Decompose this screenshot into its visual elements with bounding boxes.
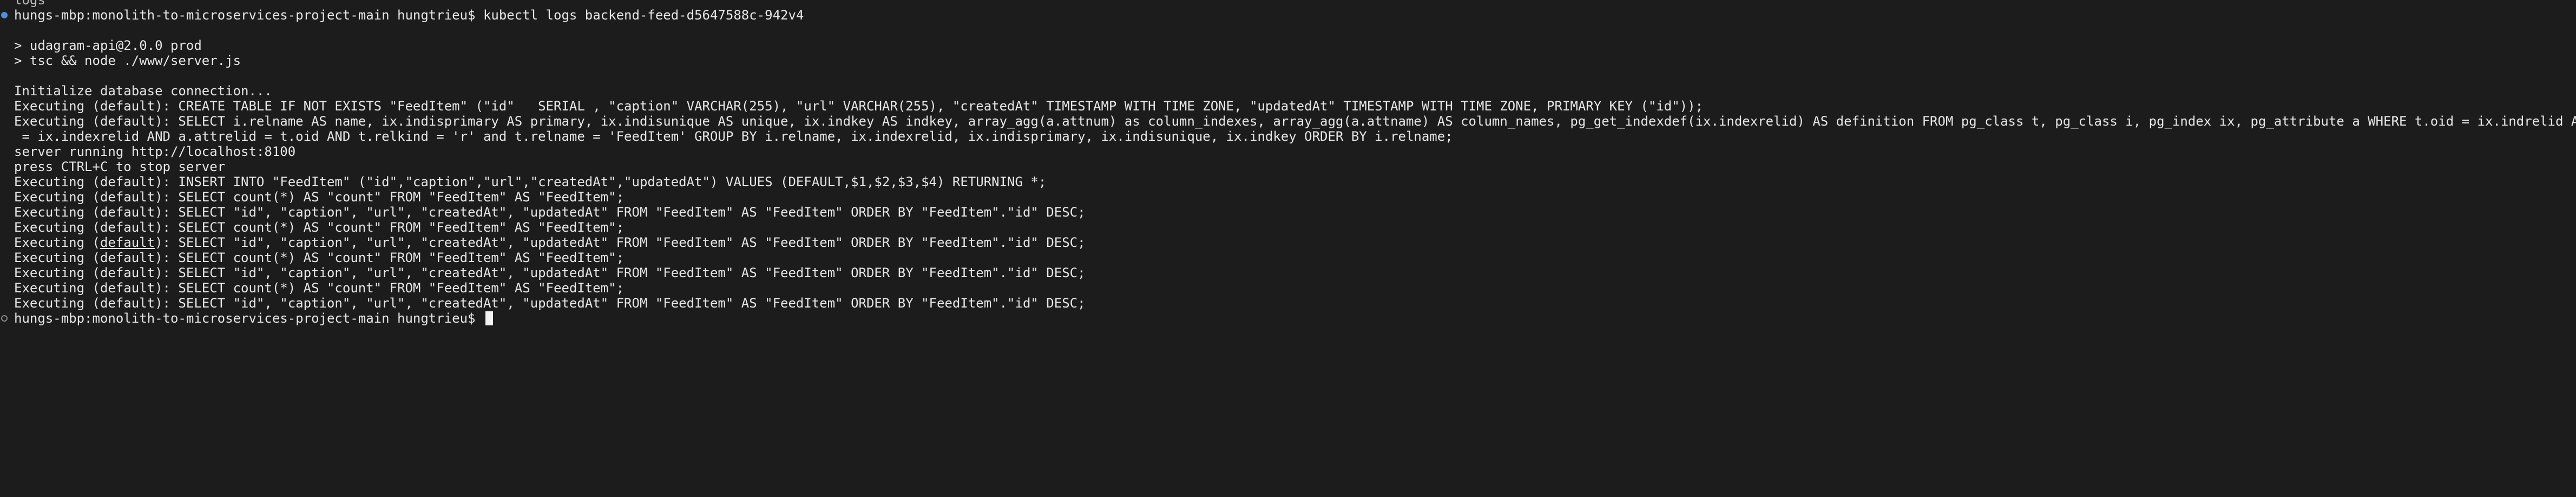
output-line: press CTRL+C to stop server	[0, 159, 2576, 174]
output-text: Executing (default): SELECT count(*) AS …	[14, 250, 625, 265]
text-cursor	[485, 311, 493, 325]
output-line: Executing (default): INSERT INTO "FeedIt…	[0, 174, 2576, 189]
terminal-scrollback[interactable]: logs hungs-mbp:monolith-to-microservices…	[0, 0, 2576, 497]
output-text: Executing (default): SELECT "id", "capti…	[14, 296, 1086, 311]
output-text: Executing (default): SELECT count(*) AS …	[14, 220, 625, 235]
prompt-text: hungs-mbp:monolith-to-microservices-proj…	[14, 311, 483, 326]
output-text: Executing (default): SELECT count(*) AS …	[14, 280, 625, 296]
output-line: Executing (default): SELECT count(*) AS …	[0, 280, 2576, 296]
output-text: Executing (default): SELECT "id", "capti…	[14, 265, 1086, 280]
output-text: server running http://localhost:8100	[14, 144, 296, 159]
command-prompt-line: hungs-mbp:monolith-to-microservices-proj…	[0, 8, 2576, 23]
output-text: Executing (	[14, 235, 100, 250]
terminal-window[interactable]: logs hungs-mbp:monolith-to-microservices…	[0, 0, 2576, 497]
output-line: > udagram-api@2.0.0 prod	[0, 38, 2576, 53]
output-line: server running http://localhost:8100	[0, 144, 2576, 159]
output-text: Executing (default): INSERT INTO "FeedIt…	[14, 174, 1047, 189]
command-text: hungs-mbp:monolith-to-microservices-proj…	[14, 8, 804, 23]
output-line: Executing (default): CREATE TABLE IF NOT…	[0, 99, 2576, 114]
output-text: press CTRL+C to stop server	[14, 159, 226, 174]
clipped-output-text: logs	[14, 0, 45, 8]
output-line: Executing (default): SELECT "id", "capti…	[0, 235, 2576, 250]
output-text: Executing (default): CREATE TABLE IF NOT…	[14, 99, 1704, 114]
output-text: Executing (default): SELECT i.relname AS…	[14, 114, 2576, 129]
output-text: = ix.indexrelid AND a.attrelid = t.oid A…	[14, 129, 1453, 144]
output-text: > tsc && node ./www/server.js	[14, 53, 241, 68]
output-text: > udagram-api@2.0.0 prod	[14, 38, 202, 53]
output-text: Executing (default): SELECT count(*) AS …	[14, 189, 625, 205]
output-line: = ix.indexrelid AND a.attrelid = t.oid A…	[0, 129, 2576, 144]
command-prompt-line[interactable]: hungs-mbp:monolith-to-microservices-proj…	[0, 311, 2576, 326]
output-line: > tsc && node ./www/server.js	[0, 53, 2576, 68]
output-line: Executing (default): SELECT count(*) AS …	[0, 189, 2576, 205]
output-line: Executing (default): SELECT count(*) AS …	[0, 220, 2576, 235]
command-mark-icon[interactable]	[1, 12, 8, 18]
clipped-output-line: logs	[0, 0, 2576, 8]
output-line: Executing (default): SELECT "id", "capti…	[0, 265, 2576, 280]
output-line: Executing (default): SELECT count(*) AS …	[0, 250, 2576, 265]
output-line: Executing (default): SELECT "id", "capti…	[0, 296, 2576, 311]
output-text: Executing (default): SELECT "id", "capti…	[14, 205, 1086, 220]
output-line: Executing (default): SELECT i.relname AS…	[0, 114, 2576, 129]
output-text: ): SELECT "id", "caption", "url", "creat…	[155, 235, 1086, 250]
output-line: Initialize database connection...	[0, 83, 2576, 99]
output-text: default	[100, 235, 155, 250]
output-text: Initialize database connection...	[14, 83, 272, 99]
command-mark-icon[interactable]	[1, 315, 8, 322]
output-line: Executing (default): SELECT "id", "capti…	[0, 205, 2576, 220]
